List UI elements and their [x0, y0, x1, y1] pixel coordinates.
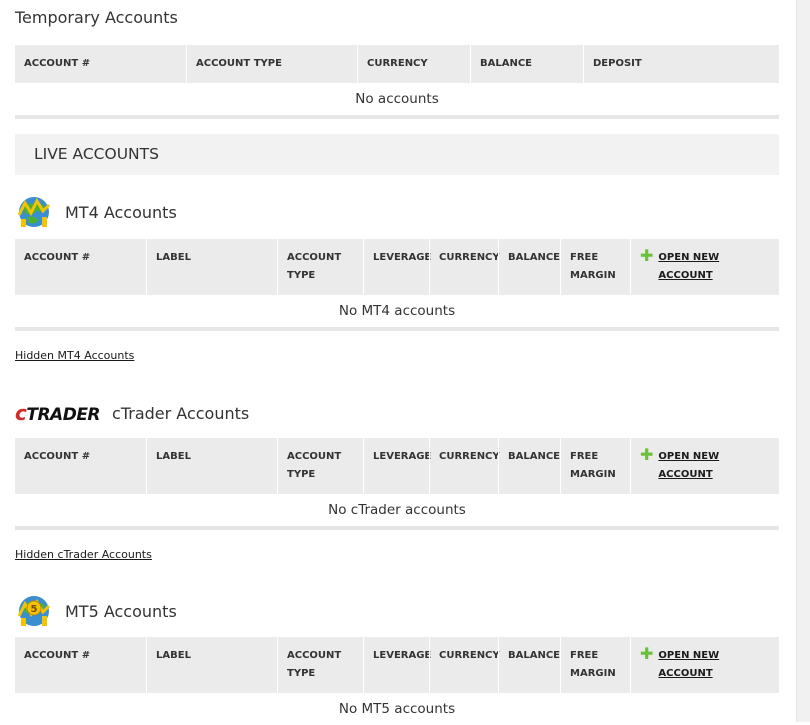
mt5-accounts-table: ACCOUNT # LABEL ACCOUNT TYPE LEVERAGE CU…: [15, 637, 779, 725]
ctrader-logo-icon: cTRADER: [15, 401, 101, 425]
col-account-number: ACCOUNT #: [24, 58, 91, 69]
col-free-margin: FREE MARGIN: [560, 239, 630, 295]
vertical-scrollbar[interactable]: [796, 0, 810, 722]
col-free-margin: FREE MARGIN: [560, 637, 630, 693]
live-accounts-banner: LIVE ACCOUNTS: [15, 134, 779, 175]
mt5-section-title: 5 MT5 Accounts: [15, 591, 177, 631]
col-label: LABEL: [146, 239, 277, 295]
empty-message: No accounts: [15, 83, 779, 119]
plus-icon: ✚: [640, 246, 654, 265]
hidden-ctrader-accounts-link[interactable]: Hidden cTrader Accounts: [15, 548, 152, 561]
col-account-type: ACCOUNT TYPE: [277, 438, 363, 494]
col-account-number: ACCOUNT #: [24, 650, 91, 661]
table-header: ACCOUNT # LABEL ACCOUNT TYPE LEVERAGE CU…: [15, 239, 779, 295]
col-balance: BALANCE: [470, 45, 583, 83]
col-currency: CURRENCY: [357, 45, 470, 83]
open-new-account-cell: ✚ OPEN NEW ACCOUNT: [630, 239, 779, 295]
col-balance: BALANCE: [498, 438, 560, 494]
temporary-accounts-title: Temporary Accounts: [15, 8, 178, 27]
col-label: LABEL: [146, 438, 277, 494]
col-currency: CURRENCY: [429, 239, 500, 295]
open-new-mt4-account-link[interactable]: OPEN NEW ACCOUNT: [658, 249, 770, 285]
col-balance: BALANCE: [498, 637, 560, 693]
col-currency: CURRENCY: [429, 637, 500, 693]
table-header: ACCOUNT # ACCOUNT TYPE CURRENCY BALANCE …: [15, 45, 779, 83]
open-new-account-cell: ✚ OPEN NEW ACCOUNT: [630, 438, 779, 494]
open-new-mt5-account-link[interactable]: OPEN NEW ACCOUNT: [658, 647, 770, 683]
col-account-type: ACCOUNT TYPE: [277, 239, 363, 295]
table-header: ACCOUNT # LABEL ACCOUNT TYPE LEVERAGE CU…: [15, 637, 779, 693]
empty-message: No MT4 accounts: [15, 295, 779, 331]
col-leverage: LEVERAGE: [363, 438, 431, 494]
col-currency: CURRENCY: [429, 438, 500, 494]
table-header: ACCOUNT # LABEL ACCOUNT TYPE LEVERAGE CU…: [15, 438, 779, 494]
empty-message: No MT5 accounts: [338, 701, 456, 717]
mt5-logo-icon: 5: [15, 592, 53, 630]
col-leverage: LEVERAGE: [363, 637, 431, 693]
col-account-type: ACCOUNT TYPE: [186, 45, 357, 83]
col-account-type: ACCOUNT TYPE: [277, 637, 363, 693]
mt4-section-title: MT4 Accounts: [15, 192, 177, 232]
empty-message: No cTrader accounts: [15, 494, 779, 530]
live-accounts-heading: LIVE ACCOUNTS: [34, 145, 159, 163]
temporary-accounts-table: ACCOUNT # ACCOUNT TYPE CURRENCY BALANCE …: [15, 45, 779, 119]
mt5-section-label: MT5 Accounts: [65, 601, 177, 621]
col-leverage: LEVERAGE: [363, 239, 431, 295]
hidden-mt4-accounts-link[interactable]: Hidden MT4 Accounts: [15, 349, 134, 362]
ctrader-logo-c: c: [15, 401, 27, 425]
ctrader-section-title: cTRADER cTrader Accounts: [15, 393, 249, 433]
col-deposit: DEPOSIT: [583, 45, 779, 83]
plus-icon: ✚: [640, 644, 654, 663]
mt5-logo-number: 5: [31, 604, 38, 615]
col-balance: BALANCE: [498, 239, 560, 295]
col-label: LABEL: [146, 637, 277, 693]
col-free-margin: FREE MARGIN: [560, 438, 630, 494]
mt4-section-label: MT4 Accounts: [65, 202, 177, 222]
mt4-accounts-table: ACCOUNT # LABEL ACCOUNT TYPE LEVERAGE CU…: [15, 239, 779, 331]
mt4-logo-icon: [15, 193, 53, 231]
plus-icon: ✚: [640, 445, 654, 464]
col-account-number: ACCOUNT #: [24, 252, 91, 263]
open-new-account-cell: ✚ OPEN NEW ACCOUNT: [630, 637, 779, 693]
ctrader-accounts-table: ACCOUNT # LABEL ACCOUNT TYPE LEVERAGE CU…: [15, 438, 779, 530]
ctrader-logo-rest: TRADER: [26, 405, 101, 425]
ctrader-section-label: cTrader Accounts: [112, 403, 250, 423]
col-account-number: ACCOUNT #: [24, 451, 91, 462]
open-new-ctrader-account-link[interactable]: OPEN NEW ACCOUNT: [658, 448, 770, 484]
